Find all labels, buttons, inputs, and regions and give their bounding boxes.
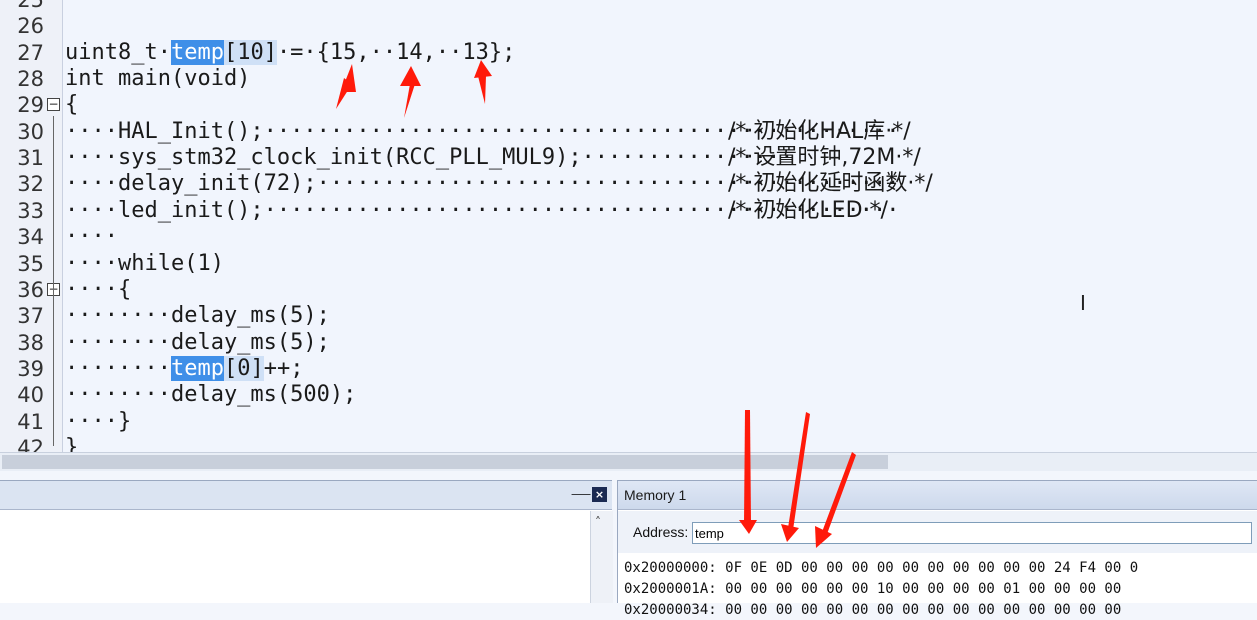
line-number: 37 xyxy=(17,304,44,329)
line-number: 31 xyxy=(17,146,44,171)
address-label: Address: xyxy=(633,524,689,540)
pin-icon[interactable]: ⸺ xyxy=(571,487,591,501)
code-text-suffix: ·=·{15,··14,··13}; xyxy=(276,39,516,65)
memory-window-title: Memory 1 xyxy=(624,487,687,503)
code-text-prefix: uint8_t· xyxy=(65,39,171,65)
line-number: 28 xyxy=(17,67,44,92)
editor-horizontal-scrollbar[interactable] xyxy=(0,452,1257,471)
line-number: 41 xyxy=(17,409,44,434)
code-line[interactable]: 39 ········temp[0]++; xyxy=(0,355,1257,382)
code-text: ····{ xyxy=(65,276,132,302)
code-line[interactable]: 36····{− xyxy=(0,277,1257,303)
line-number: 35 xyxy=(17,251,44,276)
text-cursor-icon: I xyxy=(1080,291,1086,315)
code-comment: /*·初始化LED·*/ xyxy=(728,197,888,223)
line-number: 34 xyxy=(17,225,44,250)
code-text: ········temp[0]++; xyxy=(65,355,304,382)
code-text: ····} xyxy=(65,408,132,434)
fold-toggle-icon[interactable]: − xyxy=(47,98,60,112)
memory-row[interactable]: 0x2000001A: 00 00 00 00 00 00 10 00 00 0… xyxy=(624,579,1121,599)
code-line[interactable]: 38 ········delay_ms(5); xyxy=(0,330,1257,356)
code-text: int main(void) xyxy=(65,66,251,92)
line-number: 27 xyxy=(17,40,44,65)
code-text: ········delay_ms(5); xyxy=(65,329,330,355)
code-line[interactable]: 40 ········delay_ms(500); xyxy=(0,382,1257,408)
memory-dump[interactable]: 0x20000000: 0F 0E 0D 00 00 00 00 00 00 0… xyxy=(618,555,1257,618)
code-text-prefix: ········ xyxy=(65,355,171,381)
line-number: 32 xyxy=(17,172,44,197)
code-text: ····sys_stm32_clock_init(RCC_PLL_MUL9);·… xyxy=(65,145,794,171)
code-line[interactable]: 28 int main(void) xyxy=(0,66,1257,92)
code-line[interactable]: 27 uint8_t·temp[10]·=·{15,··14,··13}; xyxy=(0,39,1257,66)
selected-symbol[interactable]: temp xyxy=(170,39,224,65)
code-text: { xyxy=(65,92,79,118)
line-number: 40 xyxy=(17,383,44,408)
code-text: ········delay_ms(500); xyxy=(65,382,357,408)
address-input[interactable] xyxy=(692,522,1252,544)
code-comment: /*·初始化HAL库·*/ xyxy=(728,118,911,144)
scrollbar-thumb[interactable] xyxy=(2,455,888,469)
line-number: 25 xyxy=(17,0,44,12)
scroll-up-icon[interactable]: ˄ xyxy=(595,515,601,529)
output-pane: ⸺ × ˄ xyxy=(0,480,613,603)
code-line[interactable]: 30 ····HAL_Init();·······················… xyxy=(0,119,1257,145)
code-line[interactable]: 26 xyxy=(0,13,1257,39)
line-number: 39 xyxy=(17,356,44,381)
fold-guide-line xyxy=(53,116,54,446)
code-text: } xyxy=(65,434,79,452)
code-line[interactable]: 41 ····} xyxy=(0,409,1257,435)
code-text: uint8_t·temp[10]·=·{15,··14,··13}; xyxy=(65,39,516,66)
code-line[interactable]: 42} xyxy=(0,435,1257,452)
line-number: 36 xyxy=(17,277,44,302)
close-pane-button[interactable]: × xyxy=(592,487,607,502)
memory-window-titlebar: Memory 1 xyxy=(618,481,1257,510)
memory-address-bar: Address: xyxy=(618,511,1257,553)
line-number: 30 xyxy=(17,119,44,144)
code-editor[interactable]: 25 26 27 uint8_t·temp[10]·=·{15,··14,··13};… xyxy=(0,0,1257,452)
memory-row[interactable]: 0x20000000: 0F 0E 0D 00 00 00 00 00 00 0… xyxy=(624,558,1138,578)
code-comment: /*·设置时钟,72M·*/ xyxy=(728,145,921,171)
selected-index: [10] xyxy=(223,39,277,65)
code-line[interactable]: 34 ···· xyxy=(0,224,1257,250)
code-line[interactable]: 33 ····led_init();·······················… xyxy=(0,198,1257,224)
code-comment: /*·初始化延时函数·*/ xyxy=(728,171,933,197)
selected-index: [0] xyxy=(223,355,264,381)
code-text: ········delay_ms(5); xyxy=(65,303,330,329)
code-text-suffix: ++; xyxy=(263,355,304,381)
selected-symbol[interactable]: temp xyxy=(170,355,224,381)
code-line[interactable]: 29 {− xyxy=(0,92,1257,118)
code-text: ····while(1) xyxy=(65,250,224,276)
line-number: 42 xyxy=(17,435,44,452)
output-pane-titlebar: ⸺ × xyxy=(0,481,612,510)
memory-window: Memory 1 Address: 0x20000000: 0F 0E 0D 0… xyxy=(617,480,1257,618)
code-line[interactable]: 37 ········delay_ms(5); xyxy=(0,303,1257,329)
line-number: 33 xyxy=(17,198,44,223)
code-line[interactable]: 35 ····while(1) xyxy=(0,251,1257,277)
code-line[interactable]: 25 xyxy=(0,0,1257,13)
code-line[interactable]: 32 ····delay_init(72);···················… xyxy=(0,171,1257,197)
line-number: 26 xyxy=(17,14,44,39)
code-text: ···· xyxy=(65,224,118,250)
output-pane-scrollbar[interactable]: ˄ xyxy=(590,511,613,603)
line-number: 29 xyxy=(17,93,44,118)
memory-row[interactable]: 0x20000034: 00 00 00 00 00 00 00 00 00 0… xyxy=(624,600,1121,620)
line-number: 38 xyxy=(17,330,44,355)
code-line[interactable]: 31 ····sys_stm32_clock_init(RCC_PLL_MUL9)… xyxy=(0,145,1257,171)
